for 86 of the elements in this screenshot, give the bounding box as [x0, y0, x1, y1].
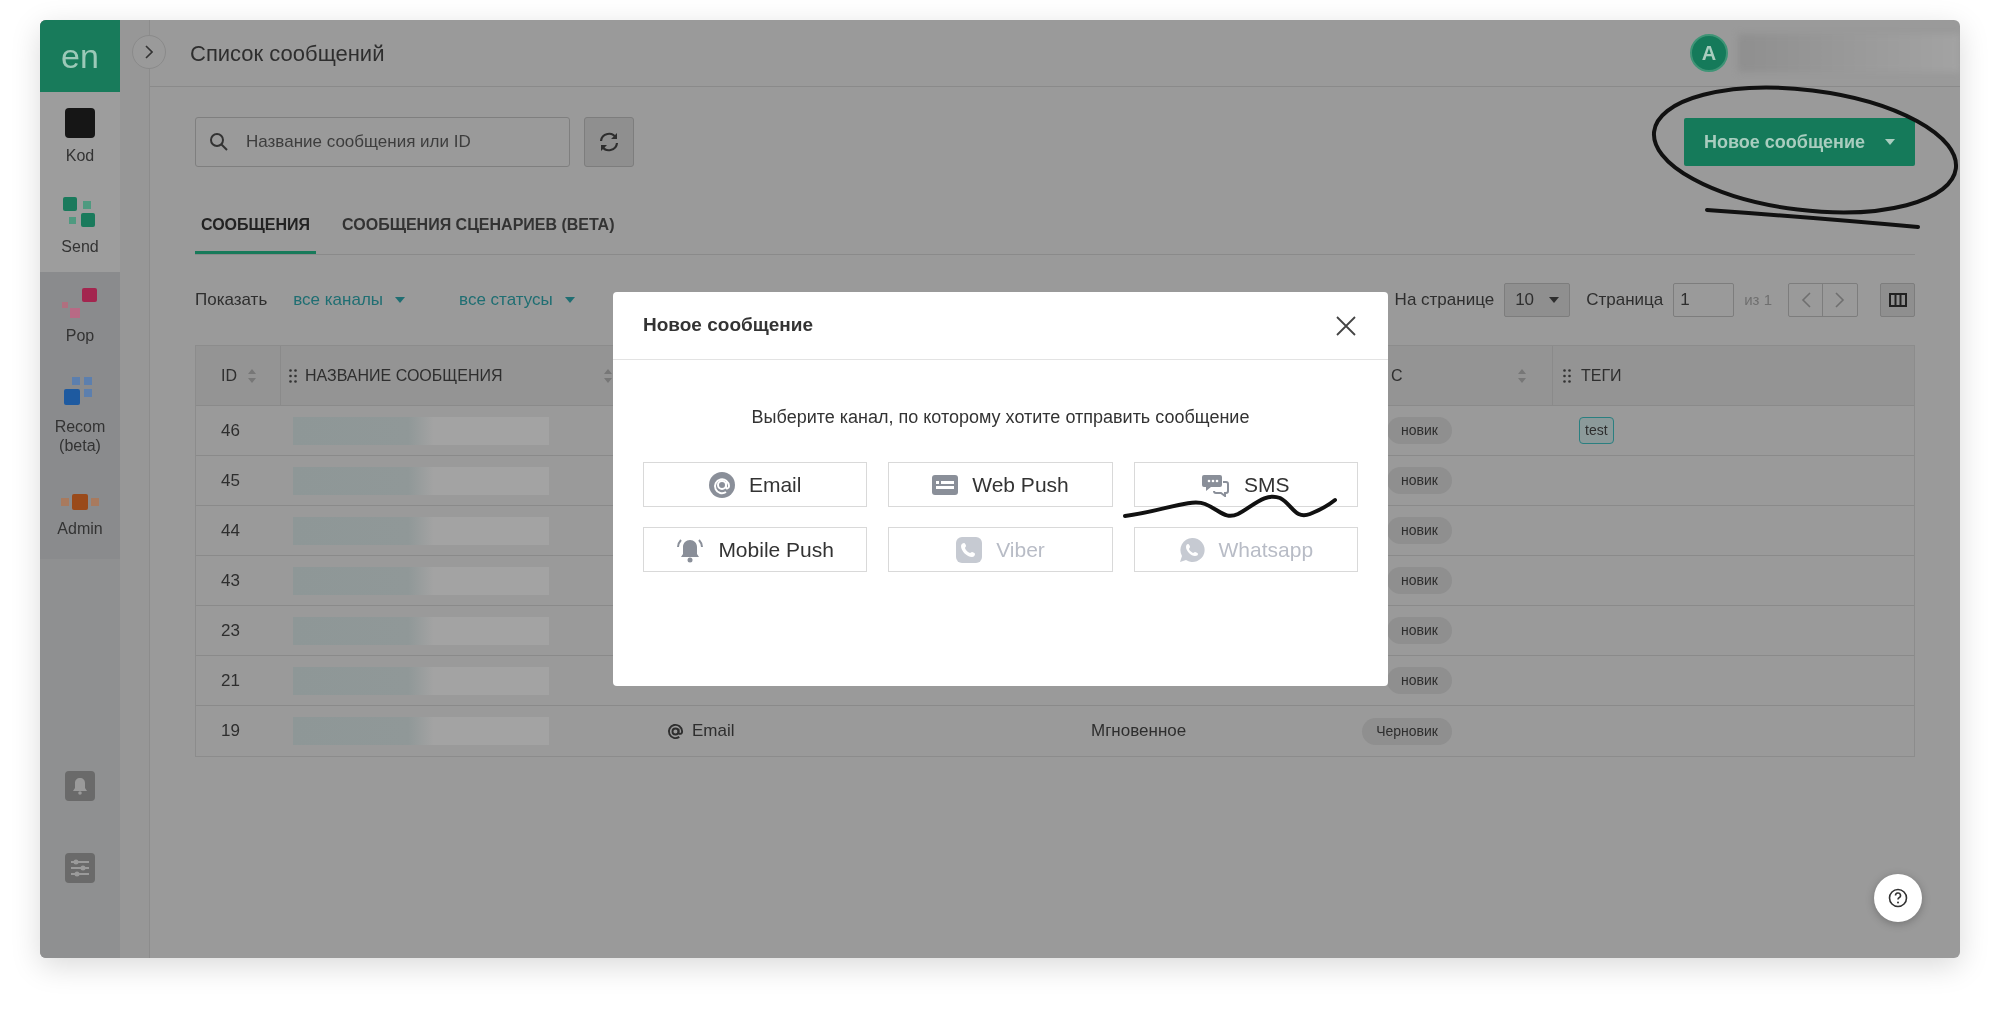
- tag[interactable]: test: [1579, 417, 1614, 444]
- sort-icon: [247, 367, 257, 384]
- drag-handle-icon: [289, 368, 297, 383]
- status-badge: Черновик: [1362, 717, 1452, 745]
- sidebar-label: Pop: [64, 326, 96, 345]
- help-button[interactable]: [1874, 874, 1922, 922]
- expand-toggle[interactable]: [132, 35, 166, 69]
- logo[interactable]: en: [40, 20, 120, 92]
- sidebar-label: Send: [60, 237, 100, 256]
- drag-handle-icon: [1563, 368, 1571, 383]
- id-cell-text: 19: [220, 720, 241, 743]
- channel-button[interactable]: Email: [643, 462, 868, 507]
- sidebar-item[interactable]: Pop: [40, 272, 120, 361]
- page-title: Список сообщений: [190, 39, 385, 68]
- channel-button[interactable]: Web Push: [888, 462, 1113, 507]
- sidebar-item[interactable]: Send: [40, 181, 120, 272]
- tab[interactable]: СООБЩЕНИЯ: [195, 205, 317, 254]
- squares-icon: [61, 492, 99, 511]
- squares-icon: [62, 288, 98, 318]
- per-page-select[interactable]: 10: [1504, 283, 1571, 317]
- user-avatar[interactable]: A: [1690, 34, 1728, 72]
- caret-icon: [1549, 297, 1560, 303]
- sidebar-item[interactable]: Kod: [40, 92, 120, 181]
- sidebar-item[interactable]: Recom (beta): [40, 361, 120, 471]
- chevron-right-icon: [1835, 292, 1845, 308]
- refresh-icon: [598, 131, 620, 153]
- new-message-button[interactable]: Новое сообщение: [1684, 118, 1915, 166]
- sliders-icon: [70, 859, 90, 877]
- filter-dropdown[interactable]: все каналы: [293, 287, 406, 313]
- page-label: Страница: [1586, 289, 1664, 312]
- dialog-prompt: Выберите канал, по которому хотите отправить сообщение: [750, 406, 1251, 429]
- search-icon: [209, 132, 229, 152]
- id-cell-text: 43: [220, 569, 241, 592]
- close-button[interactable]: [1334, 313, 1358, 338]
- squares-icon: [63, 197, 97, 229]
- columns-icon: [1888, 293, 1907, 307]
- column-header: ID: [221, 365, 237, 386]
- sort-icon: [1517, 367, 1527, 384]
- caret-icon: [1885, 139, 1896, 145]
- id-cell-text: 45: [220, 469, 241, 492]
- column-header: С: [1391, 365, 1403, 386]
- notifications-button[interactable]: [65, 771, 95, 801]
- at-sign-icon: [708, 471, 735, 498]
- per-page-label: На странице: [1394, 289, 1495, 312]
- filter-label: Показать: [195, 289, 268, 312]
- at-sign-icon: [667, 722, 684, 740]
- refresh-button[interactable]: [584, 117, 634, 167]
- chat-bubbles-icon: [1202, 472, 1231, 497]
- dialog-title: Новое сообщение: [643, 313, 814, 338]
- caret-icon: [564, 297, 575, 303]
- channel-button[interactable]: SMS: [1133, 462, 1358, 507]
- filter-dropdown[interactable]: все статусы: [459, 287, 575, 313]
- search-field[interactable]: Название сообщения или ID: [195, 117, 570, 167]
- column-header: НАЗВАНИЕ СООБЩЕНИЯ: [305, 365, 504, 386]
- type-cell: Мгновенное: [1091, 721, 1187, 741]
- status-badge: новик: [1387, 517, 1452, 544]
- caret-icon: [395, 297, 406, 303]
- id-cell-text: 23: [220, 619, 241, 642]
- phone-icon: [956, 536, 983, 563]
- status-badge: новик: [1387, 417, 1452, 444]
- chevron-left-icon: [1800, 292, 1811, 308]
- channel-cell-text: Email: [692, 720, 735, 743]
- bell-icon: [71, 777, 89, 795]
- chevron-right-icon: [145, 45, 153, 59]
- channel-button[interactable]: Mobile Push: [643, 527, 868, 572]
- tab[interactable]: СООБЩЕНИЯ СЦЕНАРИЕВ (BETA): [336, 205, 621, 254]
- status-badge: новик: [1387, 567, 1452, 594]
- page-input[interactable]: 1: [1673, 283, 1735, 317]
- column-header: ТЕГИ: [1581, 365, 1622, 386]
- phone-bubble-icon: [1178, 536, 1205, 563]
- help-icon: [1888, 888, 1908, 908]
- settings-button[interactable]: [65, 853, 95, 883]
- sidebar-label: Admin: [56, 518, 104, 538]
- sidebar-label: Recom (beta): [53, 417, 107, 455]
- id-cell-text: 44: [220, 519, 241, 542]
- close-icon: [1336, 315, 1356, 336]
- id-cell-text: 46: [220, 419, 241, 442]
- status-badge: новик: [1387, 467, 1452, 494]
- card-icon: [932, 474, 959, 495]
- sidebar-label: Kod: [64, 146, 96, 165]
- square-icon: [65, 108, 95, 138]
- status-badge: новик: [1387, 667, 1452, 694]
- columns-button[interactable]: [1880, 283, 1915, 317]
- sidebar-item[interactable]: Admin: [40, 471, 120, 559]
- status-badge: новик: [1387, 617, 1452, 644]
- id-cell-text: 21: [220, 669, 241, 692]
